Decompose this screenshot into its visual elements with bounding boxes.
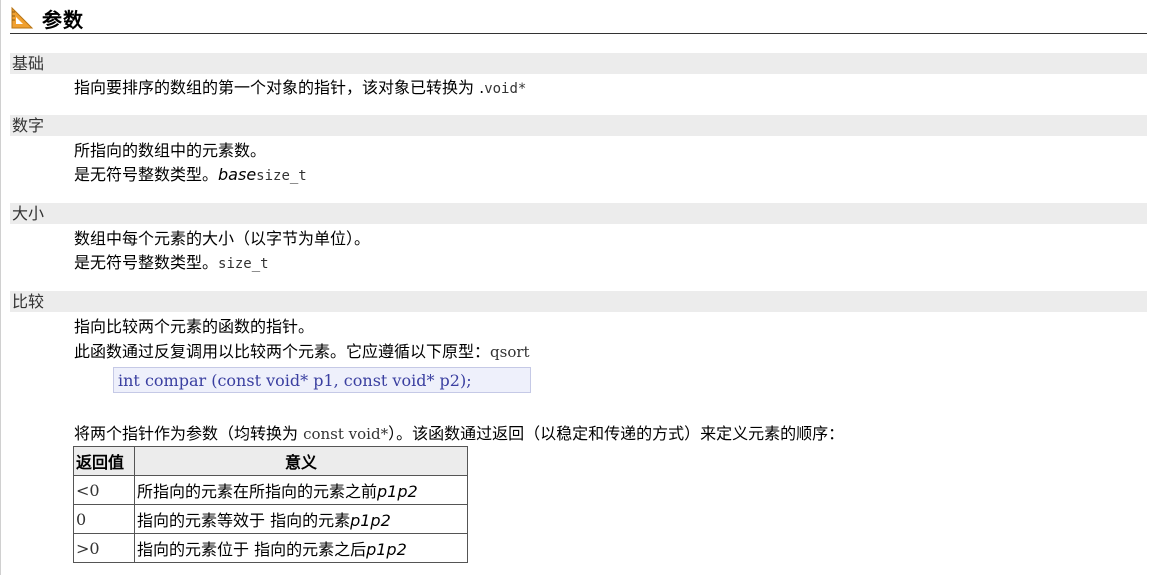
param-term-num: 数字 [10,115,1147,136]
param-desc-line: 指向比较两个元素的函数的指针。 [74,315,314,339]
left-border [0,0,1,575]
desc-code: void* [484,81,527,97]
prototype-code-block: int compar (const void* p1, const void* … [113,367,531,393]
table-cell-meaning: 所指向的元素在所指向的元素之前p1p2 [134,475,468,505]
table-cell-meaning: 指向的元素位于 指向的元素之后p1p2 [134,533,468,563]
table-cell-meaning: 指向的元素等效于 指向的元素p1p2 [134,504,468,534]
desc-code: size_t [256,168,307,184]
meaning-vars: p1p2 [377,482,418,501]
param-desc-line: 数组中每个元素的大小（以字节为单位）。 [74,227,370,251]
param-desc-line: 此函数通过反复调用以比较两个元素。它应遵循以下原型：qsort [74,340,530,364]
table-header-row: 返回值 意义 [73,446,468,476]
meaning-text: 指向的元素位于 指向的元素之后 [137,540,367,559]
meaning-vars: p1p2 [366,540,407,559]
desc-text: 此函数通过反复调用以比较两个元素。它应遵循以下原型： [74,342,491,361]
desc-text: 是无符号整数类型。 [74,253,219,272]
param-desc-line: 是无符号整数类型。basesize_t [74,163,307,188]
table-cell-value: <0 [73,475,135,505]
param-desc-line: 指向要排序的数组的第一个对象的指针，该对象已转换为 .void* [74,76,526,101]
desc-text: 将两个指针作为参数（均转换为 [74,424,304,443]
desc-code: qsort [490,343,530,361]
meaning-text: 所指向的元素在所指向的元素之前 [137,482,378,501]
table-header: 返回值 [73,446,135,476]
title-divider [10,33,1147,34]
desc-text: 数组中每个元素的大小（以字节为单位）。 [74,229,371,248]
desc-text: 指向要排序的数组的第一个对象的指针，该对象已转换为 . [74,78,485,97]
table-cell-value: 0 [73,504,135,534]
table-row: <0 所指向的元素在所指向的元素之前p1p2 [73,475,468,505]
desc-text: 指向比较两个元素的函数的指针。 [74,317,315,336]
table-row: >0 指向的元素位于 指向的元素之后p1p2 [73,533,468,563]
section-header: 参数 [10,4,84,32]
param-desc-line: 所指向的数组中的元素数。 [74,139,266,163]
desc-text: 是无符号整数类型。 [74,165,219,184]
param-term-base: 基础 [10,53,1147,74]
param-desc-line: 是无符号整数类型。size_t [74,251,269,276]
desc-text: 所指向的数组中的元素数。 [74,141,267,160]
desc-code: size_t [218,256,269,272]
meaning-text: 指向的元素等效于 指向的元素 [137,511,351,530]
triangle-ruler-icon [10,6,34,30]
desc-italic: base [218,165,257,184]
table-row: 0 指向的元素等效于 指向的元素p1p2 [73,504,468,534]
section-title: 参数 [42,7,84,32]
table-header: 意义 [134,446,468,476]
param-desc-line: 将两个指针作为参数（均转换为 const void*）。该函数通过返回（以稳定和… [74,422,844,446]
meaning-vars: p1p2 [350,511,391,530]
return-value-table: 返回值 意义 <0 所指向的元素在所指向的元素之前p1p2 0 指向的元素等效于… [73,446,468,563]
param-term-compar: 比较 [10,291,1147,312]
param-term-size: 大小 [10,203,1147,224]
desc-code: const void* [303,425,389,443]
desc-text: ）。该函数通过返回（以稳定和传递的方式）来定义元素的顺序： [388,424,845,443]
table-cell-value: >0 [73,533,135,563]
